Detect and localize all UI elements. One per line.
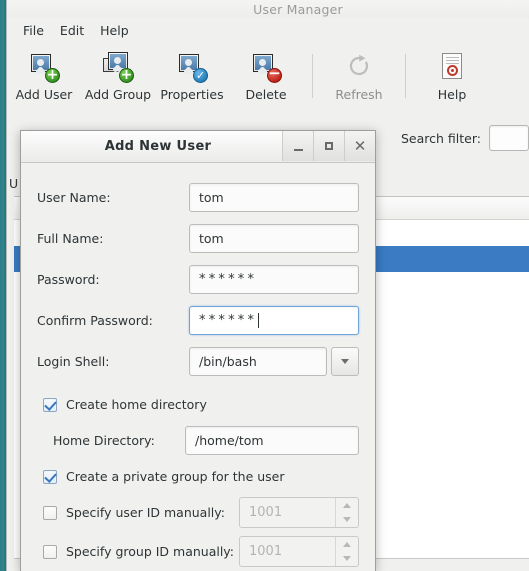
- dialog-body: User Name: tom Full Name: tom Password: …: [21, 163, 375, 571]
- full-name-value: tom: [199, 231, 224, 246]
- private-group-row: Create a private group for the user: [37, 460, 359, 493]
- specify-uid-row: Specify user ID manually: 1001: [37, 493, 359, 532]
- confirm-password-value: ******: [199, 313, 258, 328]
- toolbar-separator-1: [312, 54, 313, 98]
- maximize-icon[interactable]: [313, 131, 344, 161]
- search-input[interactable]: [489, 125, 529, 151]
- create-private-group-checkbox[interactable]: [43, 469, 57, 484]
- toolbar-refresh-label: Refresh: [335, 87, 383, 102]
- specify-group-id-checkbox[interactable]: [43, 544, 57, 559]
- screen: User Manager File Edit Help + Add User +: [0, 0, 529, 571]
- delete-icon: −: [251, 52, 282, 83]
- password-input[interactable]: ******: [189, 265, 359, 294]
- login-shell-row: Login Shell: /bin/bash: [37, 341, 359, 382]
- menu-edit[interactable]: Edit: [52, 21, 92, 40]
- home-directory-input[interactable]: /home/tom: [185, 426, 359, 455]
- search-filter-label: Search filter:: [401, 130, 481, 146]
- home-directory-value: /home/tom: [195, 433, 264, 448]
- toolbar-help[interactable]: Help: [415, 50, 489, 102]
- obscured-background-label: U: [9, 176, 19, 191]
- user-id-decrement-button[interactable]: [336, 513, 358, 528]
- specify-user-id-label: Specify user ID manually:: [66, 505, 225, 520]
- menu-help[interactable]: Help: [92, 21, 137, 40]
- dialog-window-buttons: ✕: [282, 131, 375, 162]
- toolbar-help-label: Help: [437, 87, 467, 102]
- user-name-label: User Name:: [37, 190, 111, 205]
- group-id-decrement-button[interactable]: [336, 552, 358, 567]
- dialog-titlebar[interactable]: Add New User ✕: [21, 131, 375, 163]
- toolbar-add-group-label: Add Group: [84, 87, 152, 102]
- toolbar-delete-label: Delete: [245, 87, 287, 102]
- dialog-title: Add New User: [104, 139, 212, 154]
- refresh-icon: [344, 52, 374, 82]
- full-name-label: Full Name:: [37, 231, 104, 246]
- group-id-increment-button[interactable]: [336, 537, 358, 552]
- password-label: Password:: [37, 272, 100, 287]
- toolbar-properties[interactable]: ✓ Properties: [155, 50, 229, 102]
- toolbar: + Add User + Add Group ✓ Properties − De…: [7, 44, 529, 114]
- group-id-stepper[interactable]: 1001: [239, 536, 359, 567]
- user-id-increment-button[interactable]: [336, 498, 358, 513]
- home-directory-row: Home Directory: /home/tom: [37, 421, 359, 460]
- toolbar-properties-label: Properties: [160, 87, 224, 102]
- create-private-group-label: Create a private group for the user: [66, 469, 285, 484]
- user-id-stepper[interactable]: 1001: [239, 497, 359, 528]
- toolbar-add-group[interactable]: + Add Group: [81, 50, 155, 102]
- specify-group-id-label: Specify group ID manually:: [66, 544, 235, 559]
- password-value: ******: [199, 272, 258, 287]
- add-new-user-dialog: Add New User ✕ User Name: tom Full Name:…: [20, 130, 376, 571]
- full-name-input[interactable]: tom: [189, 224, 359, 253]
- group-id-value: 1001: [249, 544, 283, 559]
- add-user-icon: +: [29, 52, 60, 83]
- confirm-password-row: Confirm Password: ******: [37, 300, 359, 341]
- add-group-icon: +: [103, 52, 134, 83]
- main-window-title: User Manager: [253, 1, 343, 17]
- specify-gid-row: Specify group ID manually: 1001: [37, 532, 359, 571]
- login-shell-input[interactable]: /bin/bash: [189, 347, 327, 376]
- chevron-up-icon: [343, 541, 351, 547]
- user-name-row: User Name: tom: [37, 177, 359, 218]
- confirm-password-label: Confirm Password:: [37, 313, 153, 328]
- toolbar-delete[interactable]: − Delete: [229, 50, 303, 102]
- toolbar-add-user[interactable]: + Add User: [7, 50, 81, 102]
- login-shell-dropdown-button[interactable]: [331, 347, 359, 376]
- user-id-value: 1001: [249, 505, 283, 520]
- chevron-down-icon: [343, 556, 351, 562]
- chevron-down-icon: [343, 517, 351, 523]
- menu-file[interactable]: File: [15, 21, 52, 40]
- login-shell-label: Login Shell:: [37, 354, 110, 369]
- toolbar-separator-2: [405, 54, 406, 98]
- help-icon: [437, 52, 467, 82]
- specify-user-id-checkbox[interactable]: [43, 505, 57, 520]
- main-window-titlebar: User Manager: [7, 0, 529, 18]
- chevron-down-icon: [341, 359, 349, 364]
- properties-icon: ✓: [177, 52, 208, 83]
- create-home-directory-label: Create home directory: [66, 397, 207, 412]
- user-name-input[interactable]: tom: [189, 183, 359, 212]
- create-home-directory-checkbox[interactable]: [43, 397, 57, 412]
- chevron-up-icon: [343, 502, 351, 508]
- home-directory-label: Home Directory:: [53, 433, 155, 448]
- confirm-password-input[interactable]: ******: [189, 306, 359, 335]
- toolbar-add-user-label: Add User: [15, 87, 73, 102]
- minimize-icon[interactable]: [282, 131, 313, 161]
- create-home-directory-row: Create home directory: [37, 388, 359, 421]
- menubar: File Edit Help: [7, 19, 529, 42]
- login-shell-value: /bin/bash: [199, 354, 257, 369]
- text-cursor: [258, 313, 260, 328]
- close-icon[interactable]: ✕: [344, 131, 375, 161]
- toolbar-refresh[interactable]: Refresh: [322, 50, 396, 102]
- user-name-value: tom: [199, 190, 224, 205]
- password-row: Password: ******: [37, 259, 359, 300]
- full-name-row: Full Name: tom: [37, 218, 359, 259]
